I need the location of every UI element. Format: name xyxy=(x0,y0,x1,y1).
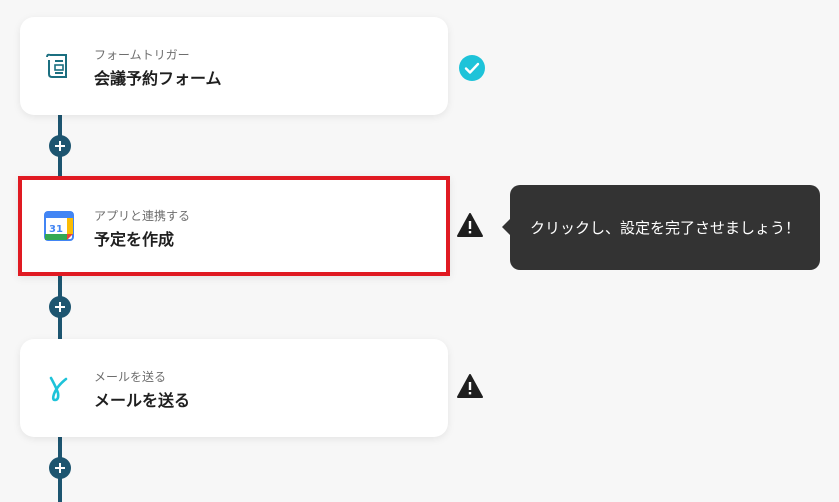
check-circle-icon xyxy=(458,54,486,82)
plus-icon xyxy=(55,302,65,312)
add-step-button[interactable] xyxy=(49,296,71,318)
google-calendar-icon: 31 xyxy=(44,211,74,241)
calendar-day-label: 31 xyxy=(49,224,63,235)
step-title: 会議予約フォーム xyxy=(94,69,222,88)
tooltip-arrow xyxy=(502,219,510,235)
warning-icon xyxy=(456,211,484,239)
warning-icon xyxy=(456,372,484,400)
step-card-create-event[interactable]: 31 アプリと連携する 予定を作成 xyxy=(18,176,450,276)
form-icon xyxy=(44,51,74,81)
step-card-send-mail[interactable]: メールを送る メールを送る xyxy=(20,339,448,437)
yoom-mail-icon xyxy=(44,373,74,403)
plus-icon xyxy=(55,141,65,151)
add-step-button[interactable] xyxy=(49,135,71,157)
step-title: メールを送る xyxy=(94,391,191,410)
step-subtitle: フォームトリガー xyxy=(94,48,190,62)
plus-icon xyxy=(55,463,65,473)
setup-tooltip: クリックし、設定を完了させましょう！ xyxy=(502,185,820,270)
step-title: 予定を作成 xyxy=(94,230,175,249)
step-subtitle: メールを送る xyxy=(94,370,167,384)
step-card-form-trigger[interactable]: フォームトリガー 会議予約フォーム xyxy=(20,17,448,115)
add-step-button[interactable] xyxy=(49,457,71,479)
tooltip-text: クリックし、設定を完了させましょう！ xyxy=(529,219,800,237)
step-subtitle: アプリと連携する xyxy=(94,209,191,223)
